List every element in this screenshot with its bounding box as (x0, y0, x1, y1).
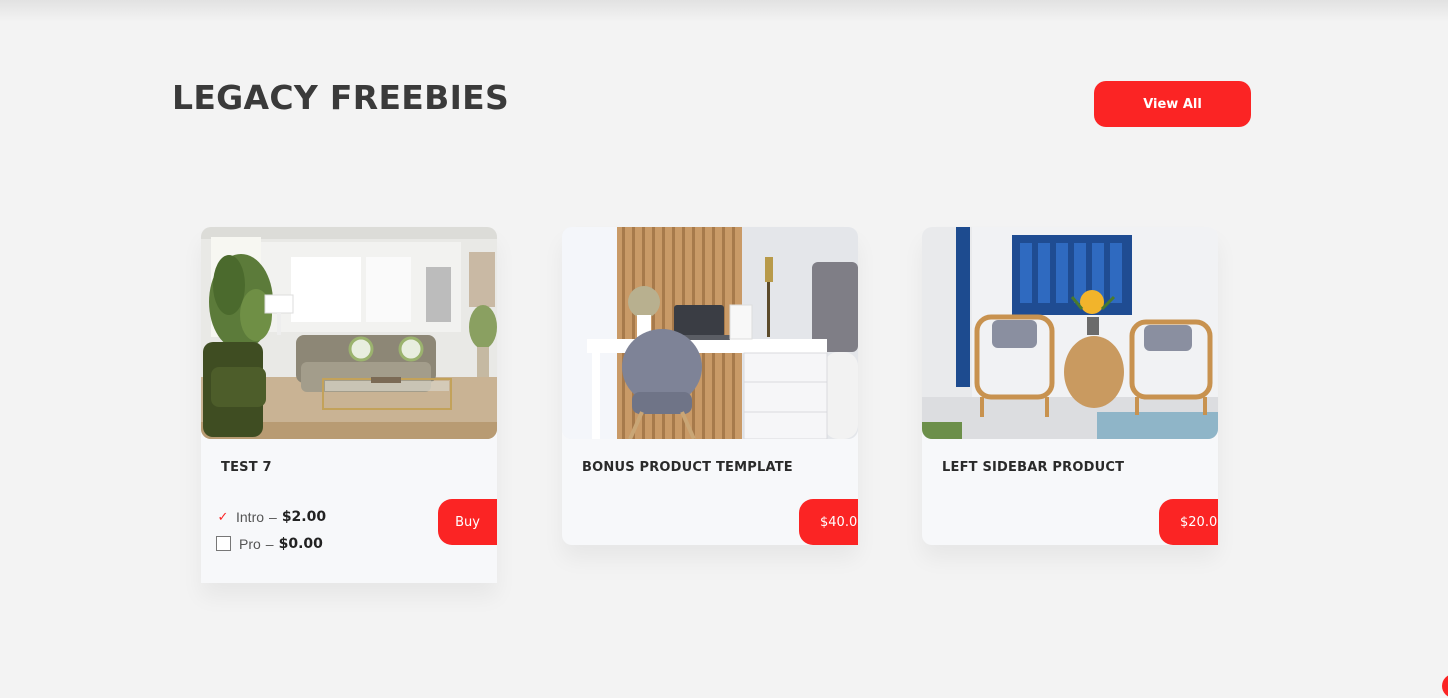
view-all-button[interactable]: View All (1094, 81, 1251, 127)
option-price: $0.00 (278, 535, 323, 552)
product-card-test-7: TEST 7 ✓ Intro – $2.00 Pro – $0.00 Buy (201, 227, 497, 583)
patio-chairs-photo-icon (922, 227, 1218, 439)
product-image-patio[interactable] (922, 227, 1218, 439)
option-intro[interactable]: ✓ Intro – $2.00 (216, 503, 327, 530)
option-name: Pro (239, 535, 261, 552)
price-options: ✓ Intro – $2.00 Pro – $0.00 (216, 503, 326, 557)
home-office-photo-icon (562, 227, 858, 439)
buy-button[interactable]: Buy (438, 499, 497, 545)
section-title: LEGACY FREEBIES (172, 78, 510, 117)
living-room-photo-icon (201, 227, 497, 439)
checkbox-icon[interactable] (216, 536, 231, 551)
option-price: $2.00 (281, 508, 327, 525)
product-card-bonus-template: BONUS PRODUCT TEMPLATE $40.00 (562, 227, 858, 545)
floating-action-button[interactable] (1442, 674, 1448, 698)
option-pro[interactable]: Pro – $0.00 (216, 530, 326, 557)
product-title[interactable]: LEFT SIDEBAR PRODUCT (942, 460, 1124, 475)
option-separator: – (269, 508, 277, 525)
product-image-home-office[interactable] (562, 227, 858, 439)
header-shadow (0, 0, 1448, 22)
option-separator: – (265, 535, 274, 552)
product-title[interactable]: TEST 7 (221, 460, 272, 475)
product-image-living-room[interactable] (201, 227, 497, 439)
price-button[interactable]: $20.00 (1159, 499, 1218, 545)
checkmark-icon[interactable]: ✓ (216, 509, 230, 524)
product-title[interactable]: BONUS PRODUCT TEMPLATE (582, 460, 793, 475)
price-button[interactable]: $40.00 (799, 499, 858, 545)
product-card-left-sidebar: LEFT SIDEBAR PRODUCT $20.00 (922, 227, 1218, 545)
option-name: Intro (236, 508, 265, 525)
